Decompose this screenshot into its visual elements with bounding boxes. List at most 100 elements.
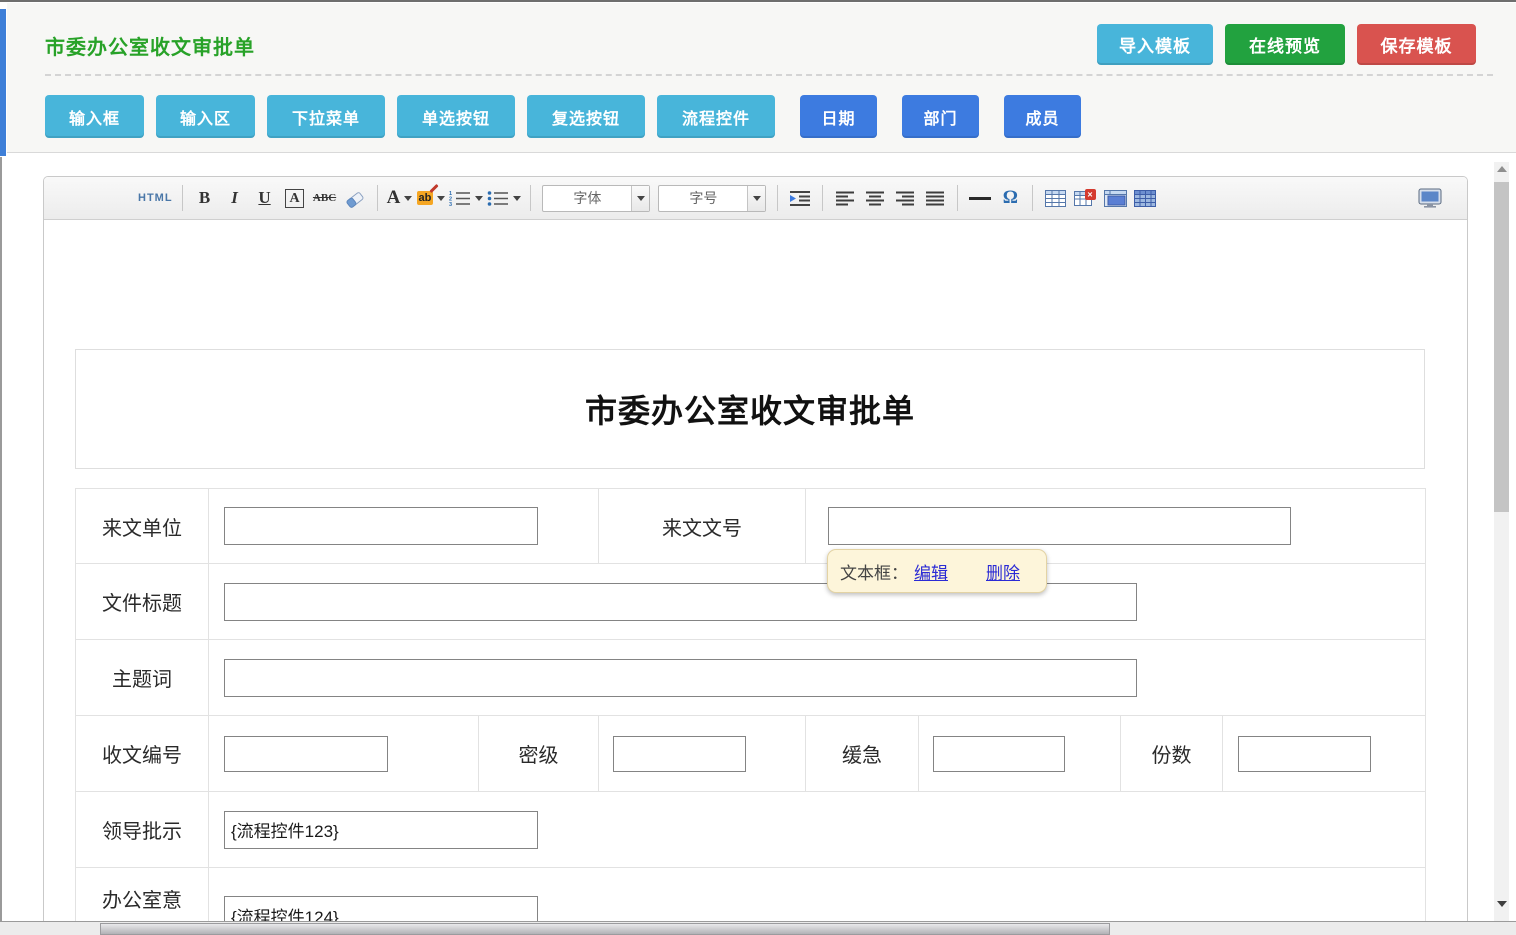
copies-input[interactable] (1238, 736, 1371, 772)
font-size-select[interactable]: 字号 (658, 185, 766, 212)
triangle-down-icon (1497, 901, 1507, 907)
incoming-unit-input[interactable] (224, 507, 538, 545)
toolbar-separator (182, 185, 183, 211)
italic-button[interactable]: I (222, 184, 248, 212)
chevron-down-icon (513, 196, 521, 201)
highlight-color-button[interactable]: ab (417, 184, 446, 212)
boxed-a-icon: A (285, 189, 303, 208)
add-flow-control-button[interactable]: 流程控件 (657, 95, 775, 138)
table-properties-button[interactable] (1102, 184, 1128, 212)
ordered-list-icon: 1 2 3 (449, 190, 471, 206)
chevron-down-icon (753, 196, 761, 201)
edit-control-link[interactable]: 编辑 (914, 559, 948, 584)
field-label: 来文文号 (599, 489, 806, 564)
underline-icon: U (258, 188, 270, 208)
field-label: 主题词 (76, 640, 209, 716)
underline-button[interactable]: U (252, 184, 278, 212)
indent-button[interactable] (787, 184, 813, 212)
insert-table-button[interactable] (1042, 184, 1068, 212)
align-center-icon (866, 191, 884, 206)
leader-instructions-input[interactable] (224, 811, 538, 849)
save-template-button[interactable]: 保存模板 (1357, 24, 1476, 65)
window-left-border (0, 157, 2, 921)
html-source-button[interactable]: HTML (138, 184, 173, 212)
chevron-down-icon (404, 196, 412, 201)
header-divider (45, 74, 1493, 76)
editor-toolbar: HTML B I U A ABC A (44, 177, 1467, 220)
highlight-icon: ab (417, 191, 434, 205)
font-family-select[interactable]: 字体 (542, 185, 650, 212)
font-style-button[interactable]: A (282, 184, 308, 212)
add-member-button[interactable]: 成员 (1004, 95, 1081, 138)
monitor-icon (1418, 188, 1442, 208)
delete-control-link[interactable]: 删除 (986, 559, 1020, 584)
urgency-input[interactable] (933, 736, 1065, 772)
add-date-button[interactable]: 日期 (800, 95, 877, 138)
bold-button[interactable]: B (192, 184, 218, 212)
font-family-value: 字体 (543, 188, 631, 208)
align-justify-icon (926, 191, 944, 206)
add-textarea-button[interactable]: 输入区 (156, 95, 255, 138)
add-department-button[interactable]: 部门 (902, 95, 979, 138)
security-level-input[interactable] (613, 736, 746, 772)
table-grid-button[interactable] (1132, 184, 1158, 212)
svg-text:3: 3 (449, 202, 452, 206)
field-label: 文件标题 (76, 564, 209, 640)
special-char-button[interactable]: Ω (997, 184, 1023, 212)
triangle-up-icon (1497, 166, 1507, 172)
svg-text:×: × (1088, 190, 1093, 200)
unordered-list-icon (487, 190, 509, 206)
horizontal-scrollbar-thumb[interactable] (100, 923, 1110, 935)
field-cell (209, 640, 1426, 716)
horizontal-rule-button[interactable] (967, 184, 993, 212)
scroll-down-arrow[interactable] (1494, 901, 1509, 913)
widget-button-row: 输入框 输入区 下拉菜单 单选按钮 复选按钮 流程控件 日期 部门 成员 (45, 95, 1093, 138)
unordered-list-button[interactable] (487, 184, 521, 212)
vertical-scrollbar-thumb[interactable] (1494, 182, 1509, 512)
incoming-doc-number-input[interactable] (828, 507, 1291, 545)
font-size-dropdown-button[interactable] (747, 186, 765, 211)
horizontal-rule-icon (969, 197, 991, 200)
font-family-dropdown-button[interactable] (631, 186, 649, 211)
field-cell (1223, 716, 1426, 792)
eraser-icon (344, 188, 366, 208)
delete-table-button[interactable]: × (1072, 184, 1098, 212)
pencil-icon (430, 184, 439, 193)
align-right-button[interactable] (892, 184, 918, 212)
table-row: 收文编号 密级 缓急 份数 (76, 716, 1426, 792)
import-template-button[interactable]: 导入模板 (1097, 24, 1213, 65)
field-label: 来文单位 (76, 489, 209, 564)
field-label: 领导批示 (76, 792, 209, 868)
align-left-button[interactable] (832, 184, 858, 212)
strikethrough-icon: ABC (313, 192, 336, 204)
field-label: 缓急 (806, 716, 919, 792)
align-left-icon (836, 191, 854, 206)
add-checkbox-button[interactable]: 复选按钮 (527, 95, 645, 138)
indent-icon (789, 190, 811, 206)
subject-words-input[interactable] (224, 659, 1137, 697)
font-color-button[interactable]: A (387, 184, 413, 212)
vertical-scrollbar[interactable] (1494, 162, 1509, 921)
remove-format-button[interactable] (342, 184, 368, 212)
field-cell (599, 716, 806, 792)
table-row: 来文单位 来文文号 (76, 489, 1426, 564)
scroll-up-arrow[interactable] (1494, 166, 1509, 178)
add-input-box-button[interactable]: 输入框 (45, 95, 144, 138)
strikethrough-button[interactable]: ABC (312, 184, 338, 212)
editor-content[interactable]: 市委办公室收文审批单 来文单位 来文文号 文件标题 (44, 220, 1467, 935)
fullscreen-button[interactable] (1417, 184, 1443, 212)
field-label: 收文编号 (76, 716, 209, 792)
horizontal-scrollbar[interactable] (0, 921, 1516, 935)
ordered-list-button[interactable]: 1 2 3 (449, 184, 483, 212)
add-radio-button[interactable]: 单选按钮 (397, 95, 515, 138)
online-preview-button[interactable]: 在线预览 (1225, 24, 1345, 65)
header-panel: 市委办公室收文审批单 导入模板 在线预览 保存模板 输入框 输入区 下拉菜单 单… (7, 3, 1516, 153)
align-justify-button[interactable] (922, 184, 948, 212)
italic-icon: I (231, 188, 238, 208)
field-cell (209, 489, 599, 564)
receipt-number-input[interactable] (224, 736, 388, 772)
align-center-button[interactable] (862, 184, 888, 212)
add-dropdown-button[interactable]: 下拉菜单 (267, 95, 385, 138)
align-right-icon (896, 191, 914, 206)
field-cell (209, 792, 1426, 868)
